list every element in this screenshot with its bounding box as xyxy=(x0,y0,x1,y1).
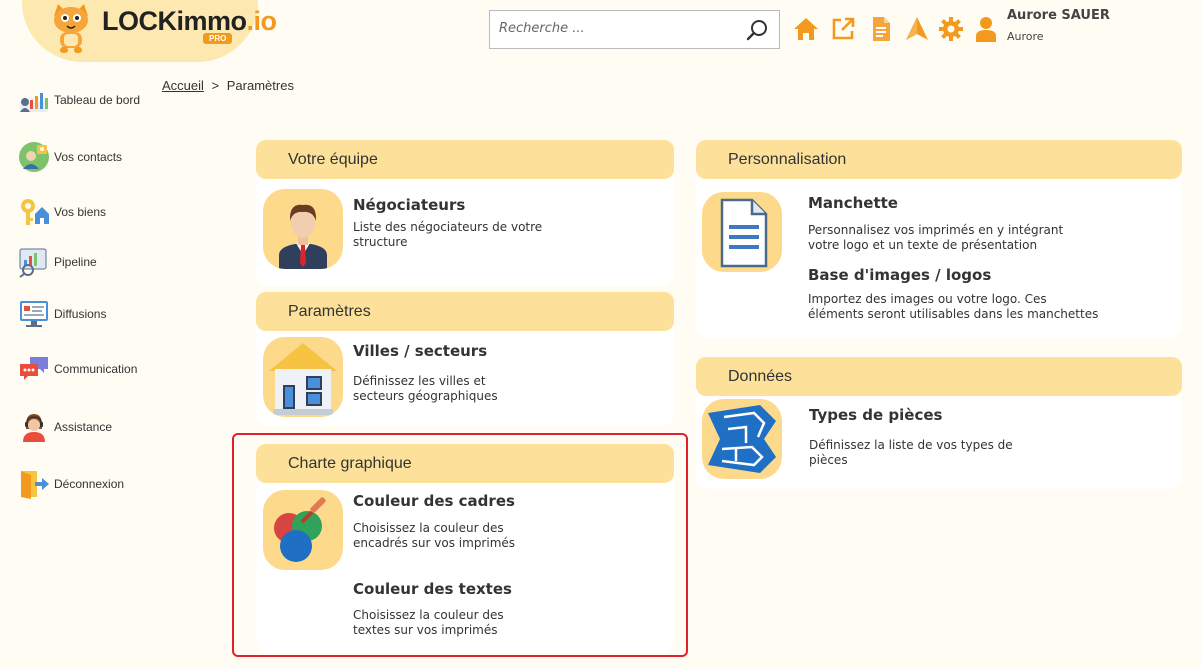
chat-icon xyxy=(20,357,48,380)
breadcrumb-current: Paramètres xyxy=(226,78,294,93)
user-name[interactable]: Aurore SAUER xyxy=(1007,8,1110,23)
user-subtitle: Aurore xyxy=(1007,30,1044,43)
assistance-icon xyxy=(23,414,45,442)
sidebar-item-label: Tableau de bord xyxy=(54,93,141,107)
search-input[interactable] xyxy=(499,21,739,36)
logo-badge: PRO xyxy=(203,33,233,44)
text-document-icon xyxy=(720,198,768,268)
item-description: Importez des images ou votre logo. Ces é… xyxy=(808,292,1099,321)
sidebar-item-dashboard[interactable]: Tableau de bord xyxy=(18,84,158,116)
document-icon[interactable] xyxy=(868,16,894,42)
card-data: Données Types de pièces Définissez la li… xyxy=(696,357,1182,489)
sidebar-item-label: Communication xyxy=(54,362,138,376)
search-icon[interactable] xyxy=(746,18,770,42)
types-pieces-thumbnail[interactable] xyxy=(702,399,782,479)
card-header: Personnalisation xyxy=(696,140,1182,179)
floor-plan-icon xyxy=(708,405,776,473)
house-icon xyxy=(269,343,337,415)
logout-icon xyxy=(21,471,49,499)
pipeline-icon xyxy=(19,248,47,278)
sidebar-item-label: Pipeline xyxy=(54,255,97,269)
gear-icon[interactable] xyxy=(938,16,964,42)
breadcrumb: Accueil > Paramètres xyxy=(162,78,294,93)
sidebar-item-label: Diffusions xyxy=(54,307,107,321)
businessman-icon xyxy=(279,204,327,269)
sidebar-item-contacts[interactable]: Vos contacts xyxy=(18,141,158,173)
dashboard-icon xyxy=(20,93,48,112)
card-personalization: Personnalisation Manchette Personnalisez… xyxy=(696,140,1182,338)
logo-text[interactable]: LOCKimmo.io xyxy=(102,6,277,37)
manchette-thumbnail[interactable] xyxy=(702,192,782,272)
diffusion-icon xyxy=(20,301,48,327)
sidebar-item-label: Déconnexion xyxy=(54,477,125,491)
card-header: Données xyxy=(696,357,1182,396)
external-link-icon[interactable] xyxy=(830,16,856,42)
item-title[interactable]: Base d'images / logos xyxy=(808,266,991,284)
contacts-icon xyxy=(19,142,49,172)
navigation-icon[interactable] xyxy=(904,16,930,42)
sidebar-item-label: Vos biens xyxy=(54,205,107,219)
item-description: Personnalisez vos imprimés en y intégran… xyxy=(808,223,1064,252)
breadcrumb-home-link[interactable]: Accueil xyxy=(162,78,204,93)
search-box xyxy=(489,10,780,49)
card-header: Votre équipe xyxy=(256,140,674,179)
item-description: Liste des négociateurs de votre structur… xyxy=(353,220,543,249)
user-icon[interactable] xyxy=(973,16,999,42)
home-icon[interactable] xyxy=(793,16,819,42)
sidebar-item-pipeline[interactable]: Pipeline xyxy=(18,246,158,278)
cat-mascot-icon xyxy=(54,4,88,53)
item-title[interactable]: Types de pièces xyxy=(809,406,942,424)
sidebar-item-properties[interactable]: Vos biens xyxy=(18,196,158,228)
card-parameters: Paramètres Villes / secteurs Définissez … xyxy=(256,292,674,426)
item-description: Définissez la liste de vos types de pièc… xyxy=(809,438,1013,467)
sidebar-item-logout[interactable]: Déconnexion xyxy=(18,468,158,500)
item-title[interactable]: Négociateurs xyxy=(353,196,465,214)
card-team: Votre équipe Négociateurs Liste des négo… xyxy=(256,140,674,286)
highlight-frame xyxy=(232,433,688,657)
villes-thumbnail[interactable] xyxy=(263,337,343,417)
sidebar-item-label: Assistance xyxy=(54,420,113,434)
sidebar-item-communication[interactable]: Communication xyxy=(18,353,158,385)
sidebar-item-assistance[interactable]: Assistance xyxy=(18,411,158,443)
negociateurs-thumbnail[interactable] xyxy=(263,189,343,269)
item-title[interactable]: Manchette xyxy=(808,194,898,212)
sidebar-item-diffusions[interactable]: Diffusions xyxy=(18,298,158,330)
item-title[interactable]: Villes / secteurs xyxy=(353,342,487,360)
card-header: Paramètres xyxy=(256,292,674,331)
sidebar-item-label: Vos contacts xyxy=(54,150,123,164)
breadcrumb-separator: > xyxy=(211,78,220,93)
item-description: Définissez les villes et secteurs géogra… xyxy=(353,374,498,403)
key-house-icon xyxy=(21,199,49,225)
